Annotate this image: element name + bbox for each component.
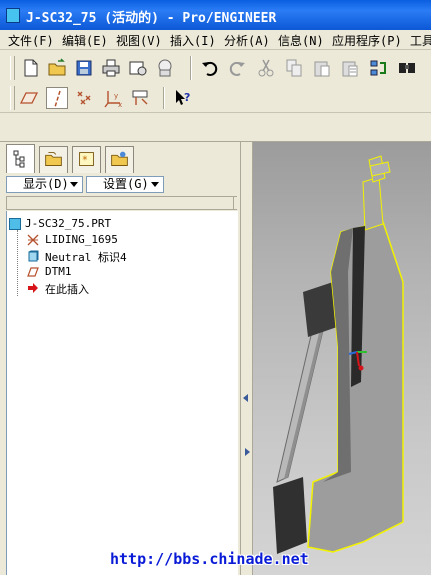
svg-text:x: x — [118, 101, 122, 109]
context-help-icon[interactable]: ? — [172, 87, 194, 109]
open-folder-icon[interactable] — [46, 57, 68, 79]
navigator-tabs: * — [0, 142, 240, 174]
tree-item-dtm1[interactable]: DTM1 — [45, 265, 72, 278]
new-file-icon[interactable] — [19, 57, 41, 79]
plane-display-icon[interactable] — [18, 87, 40, 109]
chevron-down-icon — [151, 182, 159, 187]
menu-bar: 文件(F) 编辑(E) 视图(V) 插入(I) 分析(A) 信息(N) 应用程序… — [0, 30, 431, 50]
redo-icon[interactable] — [226, 57, 248, 79]
svg-text:y: y — [114, 92, 118, 100]
window-title: J-SC32_75 (活动的) - Pro/ENGINEER — [26, 11, 277, 26]
model-tree: J-SC32_75.PRT LIDING_1695 Neutral 标识4 DT… — [6, 211, 238, 575]
menu-info[interactable]: 信息(N) — [278, 32, 324, 49]
tree-item-liding[interactable]: LIDING_1695 — [45, 233, 118, 246]
point-display-icon[interactable] — [74, 87, 96, 109]
toolbar-separator — [163, 87, 165, 109]
print-icon[interactable] — [100, 57, 122, 79]
toolbar-grip[interactable] — [10, 56, 15, 80]
menu-file[interactable]: 文件(F) — [8, 32, 54, 49]
column-divider[interactable] — [233, 197, 234, 209]
find-icon[interactable] — [396, 57, 418, 79]
neutral-feature-icon — [27, 250, 39, 262]
paste-icon[interactable] — [311, 57, 333, 79]
undo-icon[interactable] — [199, 57, 221, 79]
menu-edit[interactable]: 编辑(E) — [62, 32, 108, 49]
datum-plane-icon — [27, 266, 39, 277]
cut-icon[interactable] — [255, 57, 277, 79]
toolbar-grip[interactable] — [10, 86, 15, 110]
tree-item-neutral[interactable]: Neutral 标识4 — [45, 249, 127, 265]
toolbar-separator — [190, 56, 192, 80]
graphics-viewport[interactable] — [253, 142, 431, 575]
settings-dropdown-label: 设置(G) — [103, 177, 149, 191]
annotation-display-icon[interactable] — [130, 87, 152, 109]
app-icon — [6, 8, 20, 23]
folder-browser-tab[interactable] — [39, 146, 68, 173]
menu-view[interactable]: 视图(V) — [116, 32, 162, 49]
copy-icon[interactable] — [283, 57, 305, 79]
connections-tab[interactable] — [105, 146, 134, 173]
svg-text:?: ? — [184, 91, 190, 104]
message-strip — [0, 113, 431, 142]
send-mail-icon[interactable] — [127, 57, 149, 79]
save-icon[interactable] — [73, 57, 95, 79]
model-render — [273, 155, 404, 554]
chevron-down-icon — [70, 182, 78, 187]
mail-icon[interactable] — [154, 57, 176, 79]
datum-display-toolbar: yx ? — [0, 84, 431, 113]
tree-connector — [17, 230, 18, 296]
favorites-tab[interactable]: * — [72, 146, 101, 173]
show-dropdown-label: 显示(D) — [23, 177, 69, 191]
paste-special-icon[interactable] — [339, 57, 361, 79]
menu-insert[interactable]: 插入(I) — [170, 32, 216, 49]
part-icon — [9, 218, 21, 230]
curve-feature-icon — [27, 234, 39, 246]
watermark-text: http://bbs.chinade.net — [110, 550, 309, 568]
show-dropdown[interactable]: 显示(D) — [6, 176, 83, 193]
title-bar[interactable]: J-SC32_75 (活动的) - Pro/ENGINEER — [0, 0, 431, 30]
standard-toolbar — [0, 50, 431, 84]
expand-right-icon[interactable] — [245, 448, 250, 456]
model-tree-tab[interactable] — [6, 144, 35, 173]
collapse-left-icon[interactable] — [243, 394, 248, 402]
menu-analysis[interactable]: 分析(A) — [224, 32, 270, 49]
tree-column-header[interactable] — [6, 196, 237, 210]
axis-display-icon[interactable] — [46, 87, 68, 109]
menu-applications[interactable]: 应用程序(P) — [332, 32, 402, 49]
csys-display-icon[interactable]: yx — [102, 87, 124, 109]
tree-options-bar: 显示(D) 设置(G) — [0, 174, 240, 196]
tree-root-part[interactable]: J-SC32_75.PRT — [25, 217, 111, 230]
insert-here-arrow-icon — [27, 282, 38, 293]
regenerate-icon[interactable] — [367, 57, 389, 79]
settings-dropdown[interactable]: 设置(G) — [86, 176, 164, 193]
menu-tools[interactable]: 工具 — [410, 32, 431, 49]
tree-item-insert-here[interactable]: 在此插入 — [45, 281, 89, 297]
svg-text:*: * — [82, 156, 87, 167]
panel-splitter[interactable] — [240, 142, 253, 575]
